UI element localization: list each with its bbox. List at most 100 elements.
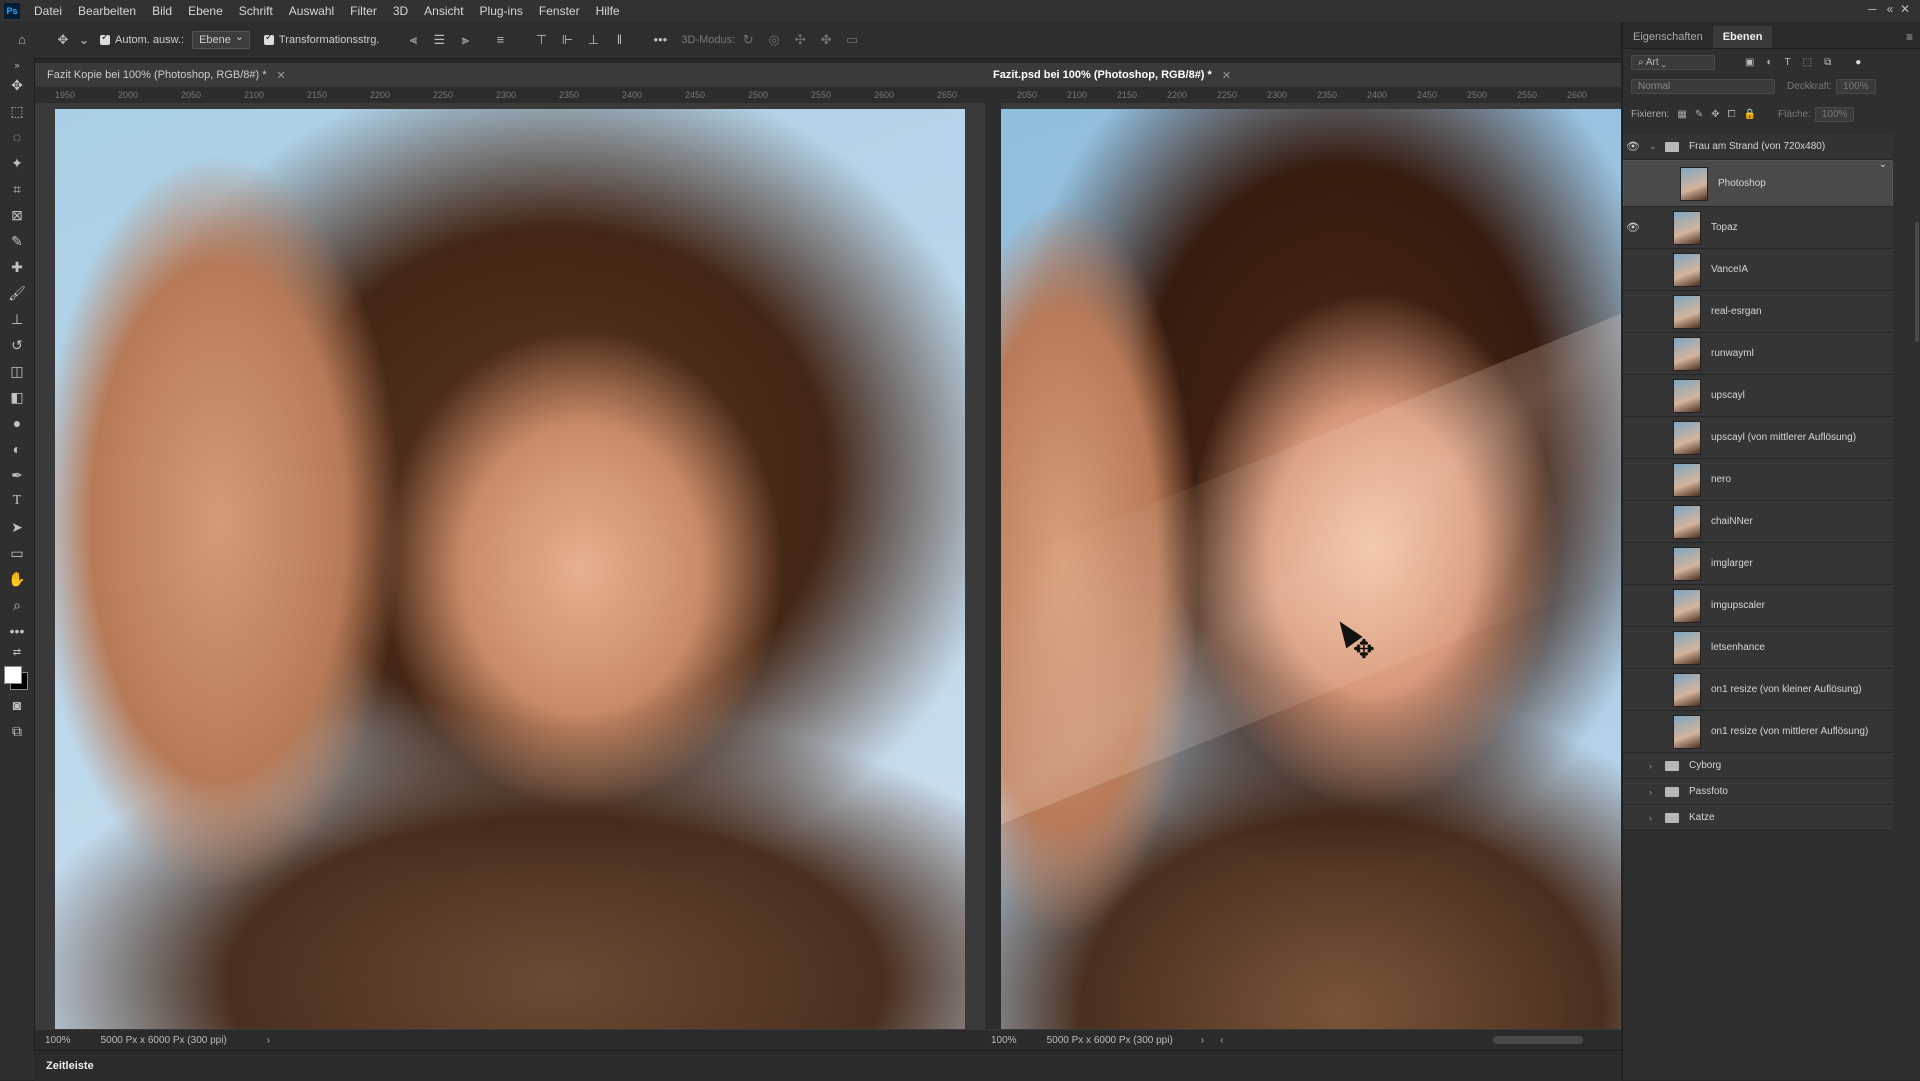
layer-group-frau-am-strand[interactable]: 👁 ⌄ Frau am Strand (von 720x480): [1623, 134, 1893, 160]
lock-artboard-icon[interactable]: ⧠: [1728, 109, 1736, 120]
frame-tool-icon[interactable]: ⊠: [0, 202, 34, 228]
healing-brush-tool-icon[interactable]: ✚: [0, 254, 34, 280]
edit-toolbar-icon[interactable]: •••: [0, 618, 34, 644]
3d-slide-icon[interactable]: ✤: [818, 32, 834, 48]
document-info[interactable]: 5000 Px x 6000 Px (300 ppi): [101, 1035, 227, 1046]
chevron-down-icon[interactable]: ⌄: [76, 32, 92, 48]
auto-select-option[interactable]: Autom. ausw.:: [100, 32, 184, 46]
layer-row[interactable]: nero: [1623, 459, 1893, 501]
close-icon[interactable]: ✕: [1900, 2, 1910, 16]
menu-filter[interactable]: Filter: [342, 0, 385, 22]
layer-row[interactable]: chaiNNer: [1623, 501, 1893, 543]
layer-row[interactable]: on1 resize (von kleiner Auflösung): [1623, 669, 1893, 711]
crop-tool-icon[interactable]: ⌗: [0, 176, 34, 202]
tab-eigenschaften[interactable]: Eigenschaften: [1623, 26, 1713, 48]
pen-tool-icon[interactable]: ✒: [0, 462, 34, 488]
menu-schrift[interactable]: Schrift: [231, 0, 281, 22]
path-selection-tool-icon[interactable]: ➤: [0, 514, 34, 540]
type-tool-icon[interactable]: T: [0, 488, 34, 514]
filter-adjustment-icon[interactable]: ◐: [1766, 57, 1772, 68]
layer-row[interactable]: imglarger: [1623, 543, 1893, 585]
transform-controls-option[interactable]: Transformationsstrg.: [263, 32, 379, 46]
3d-pan-icon[interactable]: ✣: [792, 32, 808, 48]
chevron-right-icon[interactable]: ›: [1649, 787, 1659, 797]
history-brush-tool-icon[interactable]: ↺: [0, 332, 34, 358]
gradient-tool-icon[interactable]: ◧: [0, 384, 34, 410]
eraser-tool-icon[interactable]: ◫: [0, 358, 34, 384]
layer-row[interactable]: letsenhance: [1623, 627, 1893, 669]
panel-scrollbar[interactable]: [1915, 222, 1919, 342]
layer-group-passfoto[interactable]: › Passfoto: [1623, 779, 1893, 805]
layer-row[interactable]: imgupscaler: [1623, 585, 1893, 627]
transform-controls-checkbox[interactable]: [263, 32, 274, 45]
zoom-level[interactable]: 100%: [991, 1035, 1017, 1046]
chevron-down-icon[interactable]: ⌄: [1649, 141, 1659, 152]
align-bottom-icon[interactable]: ⊥: [585, 32, 601, 48]
color-swatches[interactable]: [0, 662, 34, 692]
fill-input[interactable]: 100%: [1814, 106, 1855, 122]
align-top-icon[interactable]: ⊤: [533, 32, 549, 48]
lasso-tool-icon[interactable]: ◌: [0, 124, 34, 150]
menu-fenster[interactable]: Fenster: [531, 0, 588, 22]
brush-tool-icon[interactable]: 🖌: [0, 280, 34, 306]
tab-fazit-kopie[interactable]: Fazit Kopie bei 100% (Photoshop, RGB/8#)…: [35, 63, 985, 87]
layer-row[interactable]: upscayl (von mittlerer Auflösung): [1623, 417, 1893, 459]
align-middle-icon[interactable]: ⊩: [559, 32, 575, 48]
more-options-icon[interactable]: •••: [652, 32, 668, 48]
blur-tool-icon[interactable]: ●: [0, 410, 34, 436]
chevron-right-icon[interactable]: ›: [1649, 813, 1659, 823]
align-right-icon[interactable]: ⫸: [457, 32, 473, 48]
horizontal-scrollbar[interactable]: [1493, 1036, 1584, 1044]
panel-menu-icon[interactable]: ≡: [1906, 30, 1913, 44]
collapse-panels-icon[interactable]: «: [1887, 2, 1894, 16]
distribute-icon[interactable]: ≡: [492, 32, 508, 48]
menu-bearbeiten[interactable]: Bearbeiten: [70, 0, 144, 22]
magic-wand-tool-icon[interactable]: ✦: [0, 150, 34, 176]
layer-row[interactable]: runwayml: [1623, 333, 1893, 375]
status-chevron-icon[interactable]: ›: [1201, 1035, 1204, 1046]
hand-tool-icon[interactable]: ✋: [0, 566, 34, 592]
menu-auswahl[interactable]: Auswahl: [281, 0, 342, 22]
auto-select-checkbox[interactable]: [100, 32, 110, 45]
filter-pixel-icon[interactable]: ▣: [1745, 57, 1754, 68]
lock-position-icon[interactable]: ✥: [1711, 109, 1719, 120]
align-center-icon[interactable]: ☰: [431, 32, 447, 48]
clone-stamp-tool-icon[interactable]: ⊥: [0, 306, 34, 332]
menu-3d[interactable]: 3D: [385, 0, 416, 22]
filter-smart-object-icon[interactable]: ⧉: [1824, 57, 1831, 68]
menu-datei[interactable]: Datei: [26, 0, 70, 22]
screen-mode-icon[interactable]: ⧉: [0, 718, 34, 744]
distribute-vertical-icon[interactable]: ‖: [611, 32, 627, 48]
move-tool-icon[interactable]: ✥: [0, 72, 34, 98]
document-info[interactable]: 5000 Px x 6000 Px (300 ppi): [1047, 1035, 1173, 1046]
lock-all-icon[interactable]: 🔒: [1744, 109, 1756, 120]
3d-roll-icon[interactable]: ◎: [766, 32, 782, 48]
tab-timeline[interactable]: Zeitleiste: [46, 1060, 94, 1072]
align-left-icon[interactable]: ⫷: [405, 32, 421, 48]
layer-row[interactable]: 👁 Topaz: [1623, 207, 1893, 249]
layer-group-katze[interactable]: › Katze: [1623, 805, 1893, 831]
menu-plugins[interactable]: Plug-ins: [472, 0, 531, 22]
opacity-input[interactable]: 100%: [1836, 78, 1876, 94]
scroll-left-icon[interactable]: ‹: [1220, 1035, 1223, 1046]
tab-fazit[interactable]: Fazit.psd bei 100% (Photoshop, RGB/8#) *…: [981, 63, 1621, 87]
foreground-color-swatch[interactable]: [4, 666, 22, 684]
tab-ebenen[interactable]: Ebenen: [1712, 26, 1773, 48]
filter-type-icon[interactable]: T: [1785, 57, 1791, 68]
eyedropper-tool-icon[interactable]: ✎: [0, 228, 34, 254]
layer-row[interactable]: upscayl: [1623, 375, 1893, 417]
canvas-right-image[interactable]: ✥: [1001, 109, 1621, 1029]
home-icon[interactable]: ⌂: [14, 32, 30, 48]
eye-icon[interactable]: 👁: [1623, 140, 1643, 153]
move-tool-preset-icon[interactable]: ✥: [55, 32, 71, 48]
zoom-level[interactable]: 100%: [45, 1035, 71, 1046]
layer-row[interactable]: real-esrgan: [1623, 291, 1893, 333]
canvas-left-image[interactable]: [55, 109, 965, 1029]
dodge-tool-icon[interactable]: ◐: [0, 436, 34, 462]
status-chevron-icon[interactable]: ›: [267, 1035, 270, 1046]
3d-rotate-icon[interactable]: ↻: [740, 32, 756, 48]
chevron-right-icon[interactable]: ›: [1649, 761, 1659, 771]
toolbar-expand-icon[interactable]: »: [0, 58, 34, 72]
3d-scale-icon[interactable]: ▭: [844, 32, 860, 48]
menu-ebene[interactable]: Ebene: [180, 0, 231, 22]
